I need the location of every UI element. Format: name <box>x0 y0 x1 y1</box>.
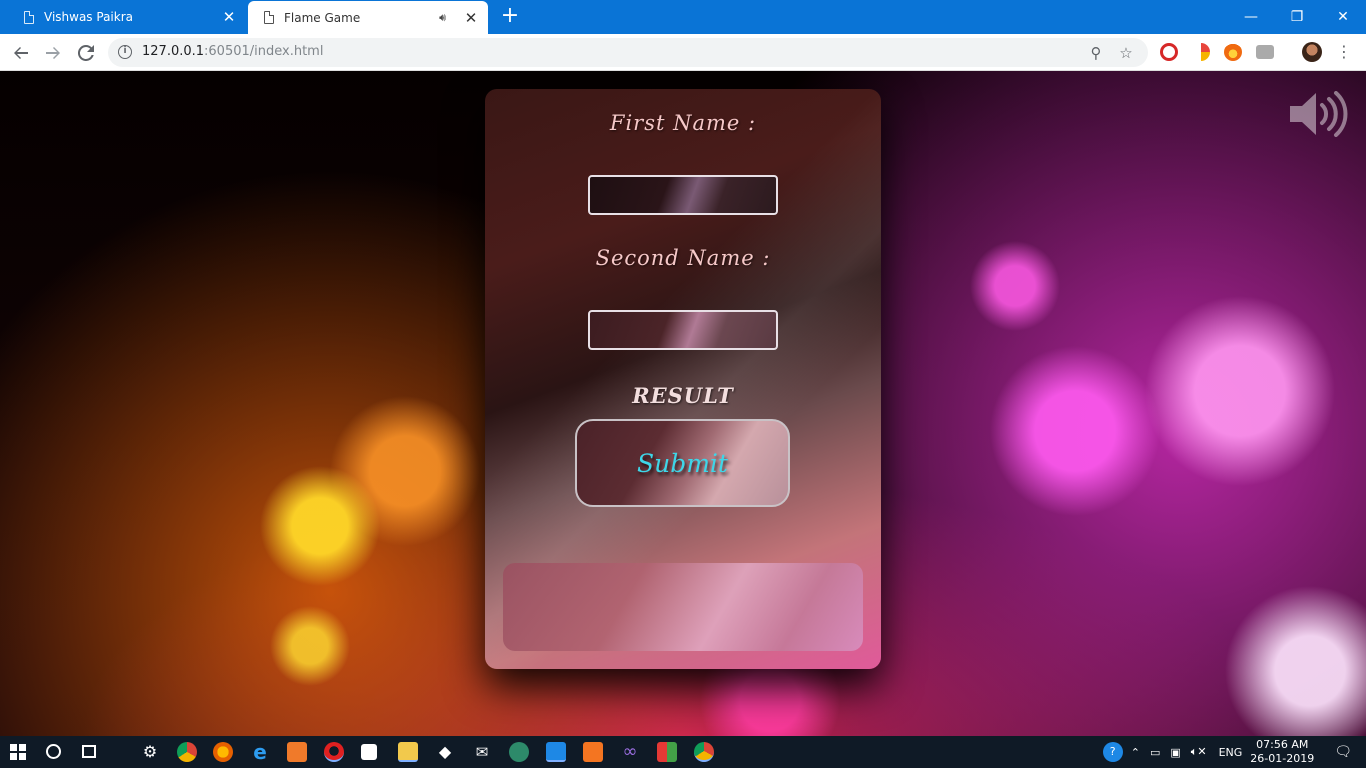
windows-taskbar: ⚙ e ◆ ✉ ∞ ? ⌃ ▭ ▣ 🔈︎✕ ENG 07:56 AM 26-01… <box>0 736 1366 768</box>
opera-app-icon[interactable] <box>324 742 344 762</box>
firefox-app-icon[interactable] <box>213 742 233 762</box>
battery-icon[interactable]: ▭ <box>1150 746 1160 759</box>
result-label: RESULT <box>632 383 734 408</box>
camera-extension-icon[interactable] <box>1256 45 1274 59</box>
speaker-icon[interactable] <box>1288 91 1348 137</box>
first-name-label: First Name : <box>609 111 757 135</box>
app-icon-blue[interactable] <box>546 742 566 762</box>
arrow-left-icon <box>14 47 28 59</box>
close-window-button[interactable]: ✕ <box>1320 0 1366 34</box>
reload-icon <box>77 44 94 61</box>
submit-button[interactable]: Submit <box>575 419 790 507</box>
store-app-icon[interactable] <box>361 744 377 760</box>
edge-app-icon[interactable]: e <box>250 742 270 762</box>
notifications-icon[interactable]: 🗨︎ <box>1334 744 1352 760</box>
tab-flame-game[interactable]: Flame Game 🔊︎ ✕ <box>248 1 488 34</box>
page-icon <box>24 10 34 24</box>
browser-toolbar: i 127.0.0.1:60501/index.html ⚲ ☆ ⋮ <box>0 34 1366 71</box>
zoom-icon[interactable]: ⚲ <box>1086 43 1106 63</box>
new-tab-button[interactable]: + <box>498 4 522 28</box>
help-icon[interactable]: ? <box>1102 742 1123 762</box>
app-icon-orange[interactable] <box>287 742 307 762</box>
sublime-app-icon[interactable] <box>583 742 603 762</box>
visual-studio-icon[interactable]: ∞ <box>620 742 640 762</box>
window-controls: — ❐ ✕ <box>1228 0 1366 34</box>
task-view-icon[interactable] <box>82 745 96 758</box>
app-icon-multi[interactable] <box>657 742 677 762</box>
app-icon-green[interactable] <box>509 742 529 762</box>
language-indicator[interactable]: ENG <box>1219 746 1243 759</box>
minimize-button[interactable]: — <box>1228 0 1274 34</box>
submit-button-label: Submit <box>637 448 728 478</box>
settings-gear-icon[interactable]: ⚙ <box>140 742 160 762</box>
clock-time: 07:56 AM <box>1256 738 1309 751</box>
opera-extension-icon[interactable] <box>1160 43 1178 61</box>
network-icon[interactable]: ▣ <box>1170 746 1180 759</box>
result-output-box <box>503 563 863 651</box>
tab-vishwas-paikra[interactable]: Vishwas Paikra ✕ <box>8 0 246 34</box>
second-name-label: Second Name : <box>595 246 771 270</box>
bookmark-star-icon[interactable]: ☆ <box>1116 43 1136 63</box>
audio-playing-icon[interactable]: 🔊︎ <box>439 11 446 25</box>
chrome-active-icon[interactable] <box>694 742 714 762</box>
tab-title: Vishwas Paikra <box>44 10 133 24</box>
page-icon <box>264 11 274 24</box>
cortana-search-icon[interactable] <box>46 744 61 759</box>
system-tray: ? ⌃ ▭ ▣ 🔈︎✕ ENG 07:56 AM 26-01-2019 🗨︎ <box>1102 736 1366 768</box>
address-bar[interactable]: i 127.0.0.1:60501/index.html ⚲ ☆ <box>108 38 1148 67</box>
restore-button[interactable]: ❐ <box>1274 0 1320 34</box>
game-page: First Name : Second Name : RESULT Submit <box>0 71 1366 736</box>
url-text[interactable]: 127.0.0.1:60501/index.html <box>142 44 323 59</box>
browser-tab-bar: Vishwas Paikra ✕ Flame Game 🔊︎ ✕ + — ❐ ✕ <box>0 0 1366 34</box>
form-card: First Name : Second Name : RESULT Submit <box>485 89 881 669</box>
reload-button[interactable] <box>73 40 99 66</box>
fire-extension-icon[interactable] <box>1224 43 1242 61</box>
forward-button[interactable] <box>40 40 66 66</box>
info-icon[interactable]: i <box>118 45 132 59</box>
chevron-up-icon[interactable]: ⌃ <box>1131 746 1140 759</box>
dropbox-app-icon[interactable]: ◆ <box>435 742 455 762</box>
tab-title: Flame Game <box>284 10 361 25</box>
clock[interactable]: 07:56 AM 26-01-2019 <box>1250 738 1314 766</box>
mail-app-icon[interactable]: ✉ <box>472 742 492 762</box>
browser-menu-icon[interactable]: ⋮ <box>1336 43 1352 61</box>
profile-avatar[interactable] <box>1302 42 1322 62</box>
speed-extension-icon[interactable] <box>1192 43 1210 61</box>
arrow-right-icon <box>46 47 60 59</box>
clock-date: 26-01-2019 <box>1250 752 1315 765</box>
back-button[interactable] <box>8 40 34 66</box>
first-name-input[interactable] <box>588 175 778 215</box>
close-tab-icon[interactable]: ✕ <box>460 9 482 27</box>
chrome-app-icon[interactable] <box>177 742 197 762</box>
windows-start-icon[interactable] <box>10 744 26 760</box>
file-explorer-icon[interactable] <box>398 742 418 762</box>
close-tab-icon[interactable]: ✕ <box>218 8 240 26</box>
second-name-input[interactable] <box>588 310 778 350</box>
volume-muted-icon[interactable]: 🔈︎✕ <box>1191 745 1207 759</box>
